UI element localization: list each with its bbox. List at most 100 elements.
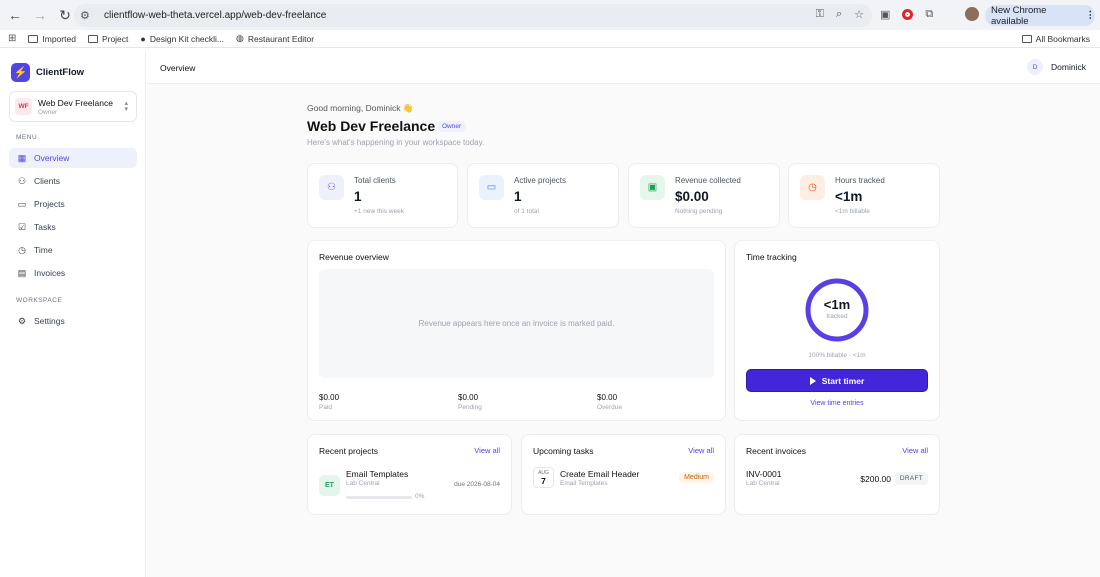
upcoming-tasks-card: Upcoming tasks View all AUG 7 Create Ema… [521, 434, 726, 515]
forward-icon[interactable]: → [29, 4, 51, 26]
lightning-icon: ⚡ [11, 63, 30, 82]
start-timer-button[interactable]: Start timer [746, 369, 928, 392]
bookmark-project[interactable]: Project [87, 34, 128, 44]
bookmark-imported[interactable]: Imported [28, 34, 76, 44]
role-badge: Owner [437, 121, 467, 132]
sidebar-item-projects[interactable]: ▭ Projects [9, 194, 137, 214]
workspace-section-label: WORKSPACE [16, 297, 63, 304]
stat-card-revenue[interactable]: ▣ Revenue collected $0.00 Nothing pendin… [628, 163, 780, 228]
stat-sub: +1 new this week [354, 208, 405, 215]
site-info-icon[interactable]: ⚙ [80, 9, 100, 22]
recent-projects-card: Recent projects View all ET Email Templa… [307, 434, 512, 515]
page-title: Web Dev Freelance [307, 118, 436, 134]
recent-invoices-card: Recent invoices View all INV-0001 Lab Ce… [734, 434, 940, 515]
project-client: Lab Central [346, 480, 380, 487]
project-percent: 0% [415, 493, 425, 500]
more-icon[interactable]: ⋮ [1086, 10, 1096, 21]
stat-sub: of 1 total [514, 208, 539, 215]
user-name: Dominick [1051, 62, 1086, 72]
stat-value: $0.00 [675, 189, 709, 204]
bookmark-design-kit[interactable]: ● Design Kit checkli... [140, 34, 224, 44]
paid-value: $0.00 [319, 393, 340, 402]
sidebar-item-settings[interactable]: ⚙ Settings [9, 311, 137, 331]
ring-caption: tracked [826, 313, 848, 320]
status-badge: DRAFT [894, 472, 928, 485]
project-due-date: due 2026-08-04 [454, 481, 500, 488]
time-ring: <1m tracked [804, 277, 870, 343]
stat-card-clients[interactable]: ⚇ Total clients 1 +1 new this week [307, 163, 458, 228]
overdue-value: $0.00 [597, 393, 618, 402]
invoice-client: Lab Central [746, 480, 780, 487]
view-all-projects-link[interactable]: View all [474, 446, 500, 455]
new-chrome-label: New Chrome available [991, 4, 1047, 27]
sidebar-item-overview[interactable]: ▦ Overview [9, 148, 137, 168]
workspace-switcher[interactable]: WF Web Dev Freelance Owner ▴ ▾ [9, 91, 137, 122]
user-menu[interactable]: D Dominick [1027, 59, 1086, 75]
view-all-invoices-link[interactable]: View all [902, 446, 928, 455]
zoom-icon[interactable]: ⌕ [836, 8, 842, 21]
address-bar[interactable]: ⚙ clientflow-web-theta.vercel.app/web-de… [74, 4, 872, 27]
menu-section-label: MENU [16, 134, 38, 141]
stat-label: Hours tracked [835, 176, 885, 185]
url-text: clientflow-web-theta.vercel.app/web-dev-… [104, 10, 327, 21]
folder-icon [87, 34, 98, 43]
github-icon: ● [140, 33, 146, 44]
view-time-entries-link[interactable]: View time entries [735, 400, 939, 407]
gear-icon: ⚙ [17, 315, 27, 326]
ring-value: <1m [823, 297, 851, 312]
profile-avatar[interactable] [965, 7, 980, 21]
project-progress-bar [346, 496, 412, 499]
all-bookmarks[interactable]: All Bookmarks [1021, 34, 1090, 44]
folder-icon: ▭ [17, 198, 27, 209]
folder-icon: ▭ [479, 175, 504, 200]
stat-label: Active projects [514, 176, 567, 185]
apps-grid-icon[interactable]: ⊞ [8, 33, 16, 44]
task-date: AUG 7 [533, 467, 554, 488]
avatar: D [1027, 59, 1044, 75]
back-icon[interactable]: ← [4, 4, 26, 26]
page-subtitle: Here's what's happening in your workspac… [307, 138, 485, 147]
file-icon: ▤ [17, 267, 27, 278]
globe-icon: ◍ [236, 33, 244, 43]
view-all-tasks-link[interactable]: View all [688, 446, 714, 455]
overdue-label: Overdue [597, 404, 622, 411]
stat-sub: Nothing pending [675, 208, 723, 215]
clock-icon: ◷ [18, 244, 26, 255]
sidebar-item-invoices[interactable]: ▤ Invoices [9, 263, 137, 283]
clock-icon: ◷ [800, 175, 825, 200]
stat-card-hours[interactable]: ◷ Hours tracked <1m <1m billable [788, 163, 940, 228]
card-title: Recent invoices [746, 446, 807, 456]
brand[interactable]: ⚡ ClientFlow [11, 63, 84, 82]
card-title: Upcoming tasks [533, 446, 594, 456]
new-chrome-button[interactable]: New Chrome available ⋮ [985, 4, 1096, 27]
extensions-icon[interactable]: ⧉ [925, 8, 933, 21]
invoice-amount: $200.00 [860, 474, 891, 484]
sidebar-item-time[interactable]: ◷ Time [9, 240, 137, 260]
screenshot-icon[interactable]: ▣ [880, 8, 890, 21]
reload-icon[interactable]: ↻ [54, 4, 76, 26]
users-icon: ⚇ [17, 175, 27, 186]
stat-value: 1 [354, 189, 362, 204]
sidebar: ⚡ ClientFlow WF Web Dev Freelance Owner … [0, 51, 146, 577]
task-name: Create Email Header [560, 469, 640, 479]
workspace-badge: WF [15, 98, 32, 115]
stat-value: <1m [835, 189, 863, 204]
time-tracking-card: Time tracking <1m tracked 100% billable … [734, 240, 940, 421]
bookmark-restaurant-editor[interactable]: ◍ Restaurant Editor [236, 33, 314, 44]
invoice-number: INV-0001 [746, 469, 782, 479]
users-icon: ⚇ [319, 175, 344, 200]
folder-icon [1021, 35, 1032, 43]
bookmark-star-icon[interactable]: ☆ [854, 8, 864, 21]
opera-extension-icon[interactable] [902, 8, 914, 20]
task-project: Email Templates [560, 480, 608, 487]
card-title: Time tracking [746, 252, 797, 262]
billable-summary: 100% billable · <1m [808, 352, 866, 359]
stat-card-projects[interactable]: ▭ Active projects 1 of 1 total [467, 163, 619, 228]
pending-value: $0.00 [458, 393, 479, 402]
grid-icon: ▦ [17, 152, 27, 163]
wallet-icon: ▣ [640, 175, 665, 200]
password-key-icon[interactable]: ⚿ [816, 8, 824, 21]
priority-badge: Medium [679, 472, 714, 483]
sidebar-item-clients[interactable]: ⚇ Clients [9, 171, 137, 191]
sidebar-item-tasks[interactable]: ☑ Tasks [9, 217, 137, 237]
